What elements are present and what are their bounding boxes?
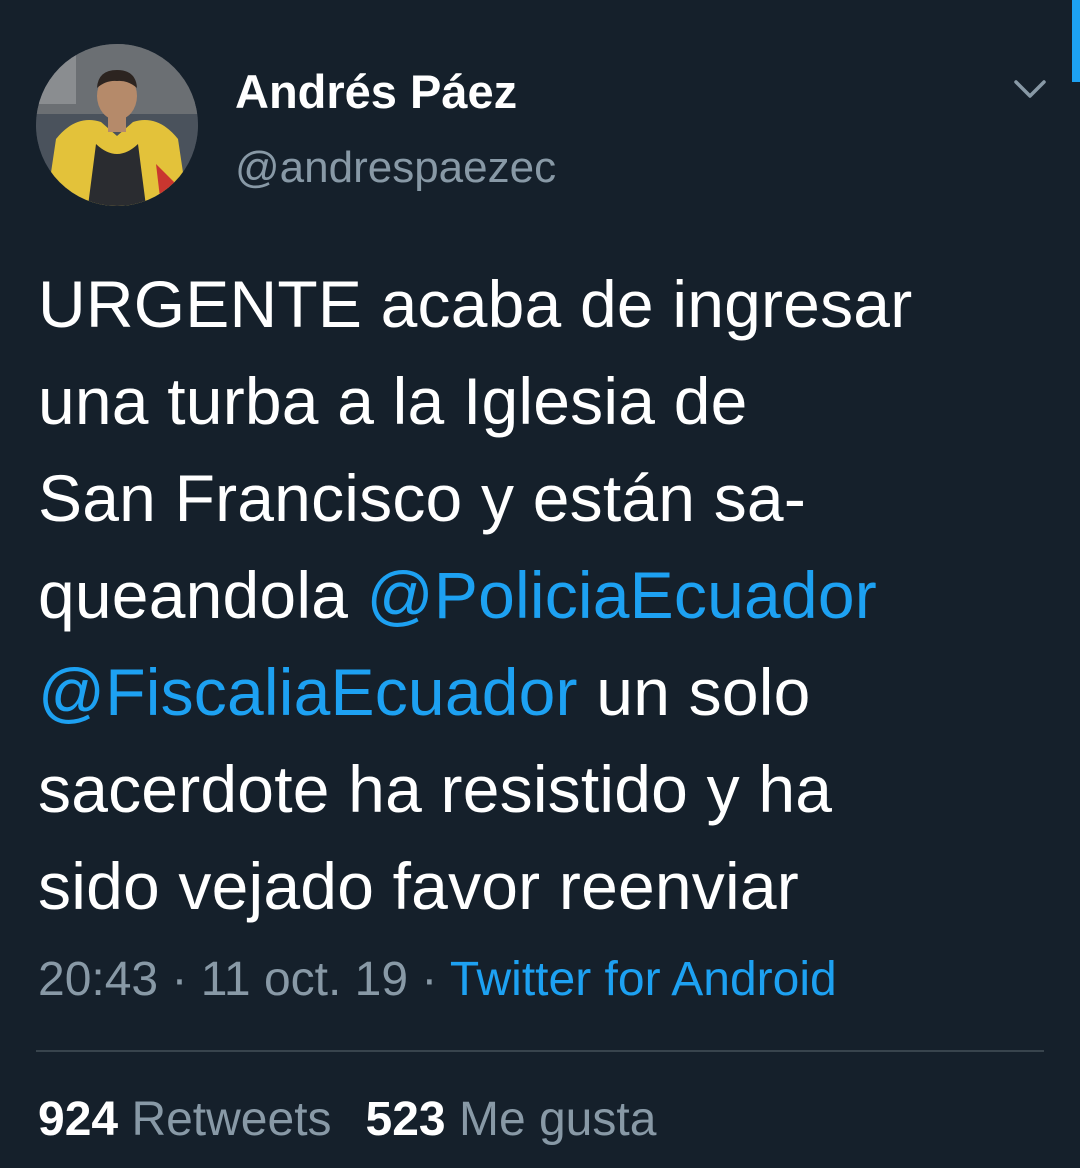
avatar-image	[36, 44, 198, 206]
chevron-down-icon[interactable]	[1010, 74, 1050, 104]
retweets-label: Retweets	[131, 1093, 332, 1146]
tweet-text-line: San Francisco y están sa-	[38, 461, 806, 535]
tweet-text: URGENTE acaba de ingresar una turba a la…	[38, 256, 1048, 935]
tweet-meta: 20:43 · 11 oct. 19 · Twitter for Android	[38, 952, 837, 1007]
tweet-time: 20:43	[38, 953, 159, 1006]
tweet-text-line: sacerdote ha resistido y ha	[38, 752, 833, 826]
retweets-count: 924	[38, 1093, 119, 1146]
tweet-text-line: @FiscaliaEcuador un solo	[38, 644, 1048, 741]
author-handle[interactable]: @andrespaezec	[235, 143, 556, 193]
tweet-text-segment: un solo	[577, 655, 811, 729]
retweets-stat[interactable]: 924 Retweets	[38, 1093, 332, 1146]
tweet-date[interactable]: 11 oct. 19	[201, 953, 408, 1006]
meta-separator: ·	[158, 953, 201, 1006]
tweet-text-line: URGENTE acaba de ingresar	[38, 267, 913, 341]
tweet-text-line: sido vejado favor reenviar	[38, 849, 799, 923]
tweet-text-segment: queandola	[38, 558, 367, 632]
tweet-text-line: una turba a la Iglesia de	[38, 364, 748, 438]
meta-separator: ·	[408, 953, 450, 1006]
author-name[interactable]: Andrés Páez	[235, 64, 517, 119]
tweet-stats: 924 Retweets 523 Me gusta	[38, 1092, 656, 1147]
mention-link-policia[interactable]: @PoliciaEcuador	[367, 558, 877, 632]
likes-label: Me gusta	[458, 1093, 657, 1146]
scrollbar-thumb[interactable]	[1072, 0, 1080, 82]
divider	[36, 1050, 1044, 1052]
mention-link-fiscalia[interactable]: @FiscaliaEcuador	[38, 655, 578, 729]
likes-stat[interactable]: 523 Me gusta	[366, 1093, 657, 1146]
tweet-source-link[interactable]: Twitter for Android	[450, 953, 837, 1006]
author-avatar[interactable]	[36, 44, 198, 206]
likes-count: 523	[365, 1093, 446, 1146]
tweet-text-line: queandola @PoliciaEcuador	[38, 547, 1048, 644]
